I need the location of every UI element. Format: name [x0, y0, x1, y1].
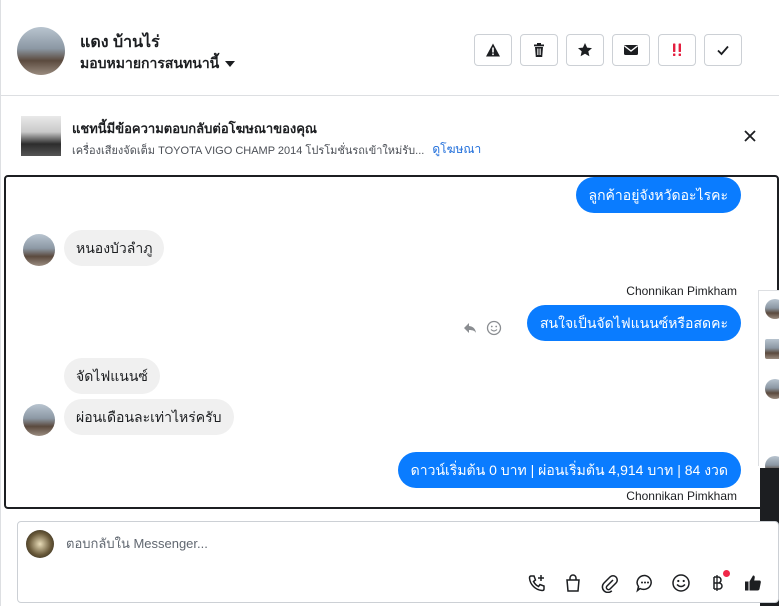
sender-name: Chonnikan Pimkham: [626, 284, 737, 298]
notification-dot: [723, 570, 730, 577]
message-thread[interactable]: ลูกค้าอยู่จังหวัดอะไรคะ หนองบัวลำภู Chon…: [4, 175, 779, 509]
sender-name: Chonnikan Pimkham: [626, 489, 737, 503]
ad-banner-title: แชทนี้มีข้อความตอบกลับต่อโฆษณาของคุณ: [72, 121, 317, 136]
header-actions: [474, 34, 742, 66]
smiley-icon: [672, 574, 690, 592]
message-incoming: หนองบัวลำภู: [64, 230, 165, 266]
shopping-bag-icon: [566, 574, 580, 592]
message-actions: [462, 320, 502, 336]
view-ad-link[interactable]: ดูโฆษณา: [432, 140, 481, 159]
saved-replies-button[interactable]: [632, 570, 658, 596]
star-icon: [578, 43, 592, 57]
shop-button[interactable]: [560, 570, 586, 596]
side-avatar: [765, 299, 779, 319]
side-panel-fragment: [758, 290, 779, 476]
message-outgoing: ลูกค้าอยู่จังหวัดอะไรคะ: [575, 177, 741, 213]
call-button[interactable]: [524, 570, 550, 596]
conversation-header: แดง บ้านไร่ มอบหมายการสนทนานี้: [0, 0, 779, 96]
paperclip-icon: [601, 575, 618, 593]
like-button[interactable]: [740, 570, 766, 596]
message-incoming: จัดไฟแนนซ์: [64, 358, 160, 394]
emoji-button[interactable]: [668, 570, 694, 596]
contact-avatar-small: [23, 404, 55, 436]
page-avatar: [26, 530, 54, 558]
double-exclamation-icon: [673, 43, 681, 56]
thumbs-up-icon: [745, 575, 761, 591]
envelope-icon: [624, 45, 638, 55]
contact-avatar[interactable]: [17, 27, 65, 75]
trash-icon: [534, 43, 544, 57]
mark-unread-button[interactable]: [612, 34, 650, 66]
side-avatar: [765, 379, 779, 399]
star-button[interactable]: [566, 34, 604, 66]
attach-button[interactable]: [596, 570, 622, 596]
follow-up-button[interactable]: [658, 34, 696, 66]
ad-banner-subtitle: เครื่องเสียงจัดเต็ม TOYOTA VIGO CHAMP 20…: [72, 144, 425, 157]
mark-spam-button[interactable]: [474, 34, 512, 66]
message-outgoing: ดาวน์เริ่มต้น 0 บาท | ผ่อนเริ่มต้น 4,914…: [397, 452, 741, 488]
side-thumbnail: [765, 339, 779, 359]
message-outgoing: สนใจเป็นจัดไฟแนนซ์หรือสดคะ: [527, 305, 741, 341]
warning-icon: [486, 43, 500, 57]
checkmark-icon: [717, 45, 729, 56]
reply-input[interactable]: [66, 536, 666, 551]
assign-conversation-dropdown[interactable]: มอบหมายการสนทนานี้: [80, 53, 236, 75]
assign-label: มอบหมายการสนทนานี้: [80, 55, 220, 71]
reply-icon[interactable]: [462, 320, 478, 336]
payment-button[interactable]: [704, 570, 730, 596]
chat-bubble-icon: [636, 574, 652, 593]
message-composer: [17, 521, 779, 603]
message-incoming: ผ่อนเดือนละเท่าไหร่ครับ: [64, 399, 234, 435]
caret-down-icon: [225, 61, 236, 67]
mark-done-button[interactable]: [704, 34, 742, 66]
ad-thumbnail[interactable]: [21, 116, 61, 156]
react-smiley-icon[interactable]: [486, 320, 502, 336]
delete-button[interactable]: [520, 34, 558, 66]
call-add-icon: [528, 575, 545, 592]
ad-banner-subtitle-row: เครื่องเสียงจัดเต็ม TOYOTA VIGO CHAMP 20…: [72, 140, 481, 159]
contact-name[interactable]: แดง บ้านไร่: [80, 30, 160, 55]
close-icon[interactable]: [742, 128, 758, 144]
composer-toolbar: [524, 570, 766, 596]
contact-avatar-small: [23, 234, 55, 266]
ad-reply-banner: แชทนี้มีข้อความตอบกลับต่อโฆษณาของคุณ เคร…: [0, 100, 779, 172]
